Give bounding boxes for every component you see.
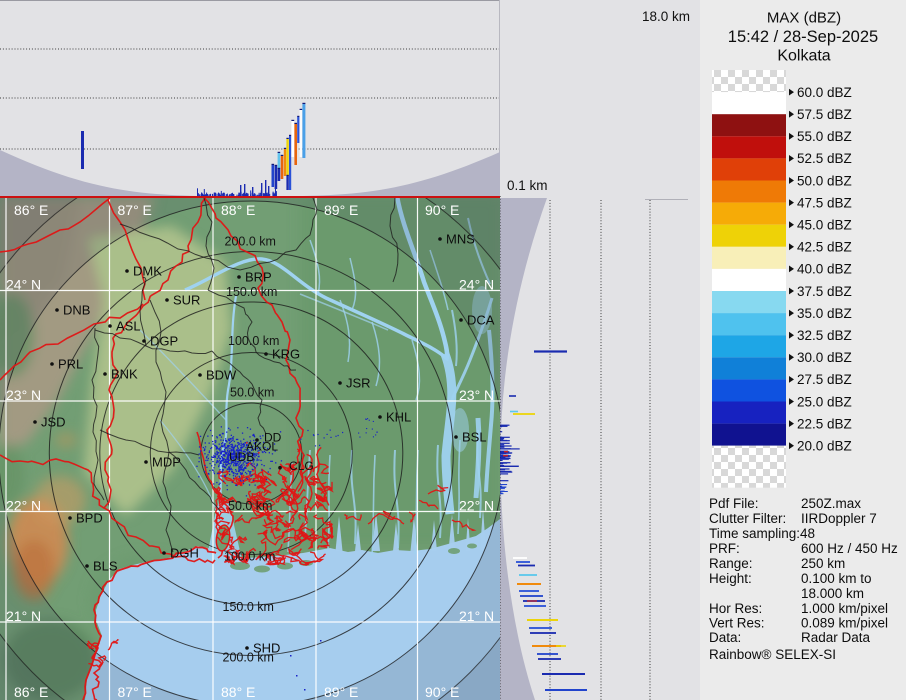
svg-text:200.0 km: 200.0 km — [225, 235, 276, 249]
svg-text:250Z.max: 250Z.max — [801, 496, 861, 511]
svg-text:22° N: 22° N — [6, 498, 41, 514]
svg-text:100.0 km: 100.0 km — [224, 550, 275, 564]
svg-text:Hor Res:: Hor Res: — [709, 601, 762, 616]
svg-text:BNK: BNK — [111, 367, 138, 382]
svg-text:30.0 dBZ: 30.0 dBZ — [797, 350, 852, 365]
svg-text:150.0 km: 150.0 km — [223, 600, 274, 614]
svg-text:55.0 dBZ: 55.0 dBZ — [797, 129, 852, 144]
svg-text:88° E: 88° E — [221, 684, 255, 700]
svg-text:Radar Data: Radar Data — [801, 630, 871, 645]
svg-text:PRF:: PRF: — [709, 541, 740, 556]
svg-text:BDW: BDW — [206, 368, 237, 383]
svg-text:60.0 dBZ: 60.0 dBZ — [797, 85, 852, 100]
svg-text:18.0 km: 18.0 km — [642, 9, 690, 24]
svg-text:CLG: CLG — [289, 459, 314, 473]
svg-text:KRG: KRG — [272, 347, 300, 362]
svg-text:32.5 dBZ: 32.5 dBZ — [797, 328, 852, 343]
svg-text:250 km: 250 km — [801, 556, 845, 571]
svg-text:Clutter Filter:: Clutter Filter: — [709, 511, 786, 526]
svg-text:MDP: MDP — [152, 455, 181, 470]
svg-text:UDB: UDB — [229, 450, 254, 464]
svg-text:Time sampling:48: Time sampling:48 — [709, 526, 815, 541]
svg-text:21° N: 21° N — [459, 608, 494, 624]
svg-text:90° E: 90° E — [425, 684, 459, 700]
svg-text:JSR: JSR — [346, 376, 371, 391]
svg-text:89° E: 89° E — [324, 202, 358, 218]
svg-text:ASL: ASL — [116, 319, 141, 334]
svg-text:89° E: 89° E — [324, 684, 358, 700]
svg-text:DGP: DGP — [150, 334, 178, 349]
svg-text:Pdf File:: Pdf File: — [709, 496, 759, 511]
svg-text:20.0 dBZ: 20.0 dBZ — [797, 439, 852, 454]
svg-text:SHD: SHD — [253, 641, 280, 656]
svg-text:57.5 dBZ: 57.5 dBZ — [797, 107, 852, 122]
svg-text:Data:: Data: — [709, 630, 741, 645]
svg-text:SUR: SUR — [173, 293, 200, 308]
svg-text:Range:: Range: — [709, 556, 753, 571]
svg-text:IIRDoppler 7: IIRDoppler 7 — [801, 511, 877, 526]
svg-text:DNB: DNB — [63, 303, 90, 318]
svg-text:PRL: PRL — [58, 357, 83, 372]
svg-text:18.000 km: 18.000 km — [801, 586, 864, 601]
svg-text:88° E: 88° E — [221, 202, 255, 218]
svg-text:47.5 dBZ: 47.5 dBZ — [797, 195, 852, 210]
svg-text:50.0 dBZ: 50.0 dBZ — [797, 173, 852, 188]
svg-text:86° E: 86° E — [14, 202, 48, 218]
svg-text:150.0 km: 150.0 km — [226, 285, 277, 299]
svg-text:24° N: 24° N — [459, 277, 494, 293]
svg-text:52.5 dBZ: 52.5 dBZ — [797, 151, 852, 166]
svg-text:86° E: 86° E — [14, 684, 48, 700]
svg-text:Vert Res:: Vert Res: — [709, 616, 765, 631]
svg-text:DMK: DMK — [133, 264, 162, 279]
svg-text:23° N: 23° N — [459, 387, 494, 403]
svg-text:15:42 / 28-Sep-2025: 15:42 / 28-Sep-2025 — [728, 28, 878, 46]
svg-text:45.0 dBZ: 45.0 dBZ — [797, 218, 852, 233]
svg-text:0.089 km/pixel: 0.089 km/pixel — [801, 616, 888, 631]
svg-text:BRP: BRP — [245, 270, 272, 285]
svg-text:50.0 km: 50.0 km — [230, 386, 274, 400]
svg-text:0.100 km to: 0.100 km to — [801, 571, 872, 586]
svg-text:BLS: BLS — [93, 559, 118, 574]
svg-text:Height:: Height: — [709, 571, 752, 586]
svg-text:22° N: 22° N — [459, 498, 494, 514]
svg-text:23° N: 23° N — [6, 387, 41, 403]
svg-text:Kolkata: Kolkata — [777, 48, 830, 65]
svg-text:0.1 km: 0.1 km — [507, 178, 548, 193]
svg-text:35.0 dBZ: 35.0 dBZ — [797, 306, 852, 321]
svg-text:42.5 dBZ: 42.5 dBZ — [797, 240, 852, 255]
svg-text:87° E: 87° E — [118, 684, 152, 700]
svg-text:MAX (dBZ): MAX (dBZ) — [767, 10, 841, 27]
svg-text:21° N: 21° N — [6, 608, 41, 624]
svg-text:22.5 dBZ: 22.5 dBZ — [797, 416, 852, 431]
svg-text:Rainbow® SELEX-SI: Rainbow® SELEX-SI — [709, 647, 836, 662]
svg-text:1.000 km/pixel: 1.000 km/pixel — [801, 601, 888, 616]
svg-text:DGH: DGH — [170, 546, 199, 561]
svg-text:JSD: JSD — [41, 415, 66, 430]
svg-text:MNS: MNS — [446, 232, 475, 247]
svg-text:KHL: KHL — [386, 410, 411, 425]
svg-text:87° E: 87° E — [118, 202, 152, 218]
svg-text:25.0 dBZ: 25.0 dBZ — [797, 394, 852, 409]
svg-text:50.0 km: 50.0 km — [228, 499, 272, 513]
svg-text:37.5 dBZ: 37.5 dBZ — [797, 284, 852, 299]
svg-text:BSL: BSL — [462, 430, 487, 445]
svg-text:600 Hz / 450 Hz: 600 Hz / 450 Hz — [801, 541, 898, 556]
svg-text:BPD: BPD — [76, 511, 103, 526]
svg-text:DCA: DCA — [467, 313, 495, 328]
svg-text:90° E: 90° E — [425, 202, 459, 218]
svg-text:40.0 dBZ: 40.0 dBZ — [797, 262, 852, 277]
svg-text:27.5 dBZ: 27.5 dBZ — [797, 372, 852, 387]
svg-text:24° N: 24° N — [6, 277, 41, 293]
